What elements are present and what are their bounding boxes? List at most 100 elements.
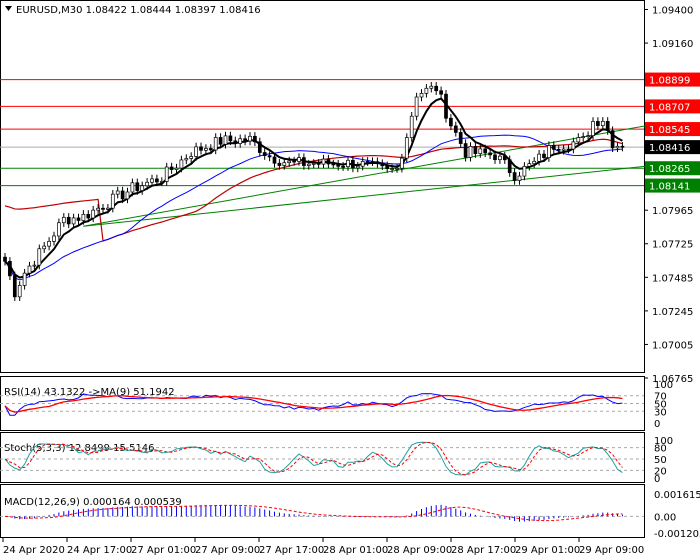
stoch-pane <box>0 432 645 483</box>
candle-body <box>238 138 243 144</box>
candle-body <box>620 145 625 148</box>
price-level-label: 1.08141 <box>649 182 690 193</box>
candle-body <box>444 93 448 119</box>
rsi-level-label: 100 <box>654 380 673 391</box>
candle-body <box>223 135 228 145</box>
candle-body <box>262 152 267 156</box>
price-level-label: 1.08899 <box>649 76 690 87</box>
x-tick-label: 28 Apr 01:00 <box>323 545 388 556</box>
candle-body <box>527 163 532 167</box>
candle-body <box>498 155 502 161</box>
candle-body <box>145 181 149 187</box>
candle-body <box>101 207 105 210</box>
candle-body <box>47 241 51 247</box>
candle-body <box>302 157 306 166</box>
candle-body <box>429 85 434 89</box>
candle-body <box>414 96 419 117</box>
candle-body <box>473 146 478 154</box>
candle-body <box>130 182 135 193</box>
rsi-level-label: 30 <box>654 407 667 418</box>
candle-body <box>253 135 257 143</box>
candle-body <box>537 153 541 162</box>
candle-body <box>184 158 189 161</box>
x-tick-label: 24 Apr 2020 <box>3 545 65 556</box>
collapse-triangle-icon <box>5 6 12 11</box>
candle-body <box>81 213 86 221</box>
y-tick-label: 1.07005 <box>652 340 693 351</box>
price-level-label: 1.08265 <box>649 164 690 175</box>
candle-body <box>331 163 336 166</box>
x-tick-label: 27 Apr 17:00 <box>259 545 324 556</box>
candle-body <box>596 121 600 126</box>
candle-body <box>257 141 262 153</box>
candle-body <box>547 145 551 158</box>
x-tick-label: 27 Apr 09:00 <box>195 545 260 556</box>
candle-body <box>57 222 61 237</box>
candle-body <box>243 138 247 142</box>
y-tick-label: 1.09400 <box>652 6 693 17</box>
candle-body <box>336 163 341 167</box>
chart-canvas[interactable]: EURUSD,M30 1.08422 1.08444 1.08397 1.084… <box>0 0 700 560</box>
candle-body <box>189 156 194 159</box>
x-tick-label: 29 Apr 01:00 <box>515 545 580 556</box>
candle-body <box>155 178 159 183</box>
candle-body <box>341 165 345 168</box>
candle-body <box>159 181 164 183</box>
candle-body <box>365 161 370 163</box>
candle-body <box>326 158 331 165</box>
candle-body <box>424 87 429 94</box>
trading-chart[interactable]: EURUSD,M30 1.08422 1.08444 1.08397 1.084… <box>0 0 700 560</box>
candle-body <box>208 148 213 151</box>
candle-body <box>106 207 110 210</box>
candle-body <box>233 140 238 144</box>
y-tick-label: 1.07965 <box>652 206 693 217</box>
candle-body <box>375 161 380 164</box>
candle-body <box>287 160 292 164</box>
y-tick-label: 1.07485 <box>652 273 693 284</box>
candle-body <box>493 154 497 161</box>
candle-body <box>37 248 42 266</box>
candle-body <box>507 159 512 173</box>
candle-body <box>517 175 522 181</box>
candle-body <box>483 148 488 154</box>
candle-body <box>370 161 375 163</box>
candle-body <box>453 125 458 133</box>
candle-body <box>591 121 595 136</box>
main-pane <box>0 0 645 373</box>
candle-body <box>179 159 184 169</box>
candle-body <box>316 163 321 165</box>
candle-body <box>576 137 581 143</box>
price-level-label: 1.08545 <box>649 125 690 136</box>
candle-body <box>66 216 71 225</box>
candle-body <box>27 265 32 274</box>
candle-body <box>86 213 91 219</box>
candle-body <box>164 166 169 182</box>
candle-body <box>561 148 566 151</box>
candle-body <box>390 168 394 170</box>
y-tick-label: 1.09160 <box>652 39 693 50</box>
rsi-level-label: 0 <box>654 419 660 430</box>
candle-body <box>566 148 571 151</box>
candle-body <box>194 146 198 157</box>
candle-body <box>169 166 174 170</box>
candle-body <box>571 141 576 150</box>
candle-body <box>311 163 316 165</box>
moving-average-black <box>4 97 623 279</box>
candle-body <box>272 156 277 164</box>
candle-body <box>346 159 350 167</box>
candle-body <box>292 160 296 163</box>
x-tick-label: 28 Apr 17:00 <box>451 545 516 556</box>
stoch-level-label: 80 <box>654 444 667 455</box>
candle-body <box>3 256 7 262</box>
candle-body <box>71 217 76 225</box>
candle-body <box>400 157 404 169</box>
candle-body <box>532 160 537 164</box>
candle-body <box>42 245 47 250</box>
candle-body <box>22 272 27 286</box>
candle-body <box>404 137 409 159</box>
candle-body <box>61 216 66 224</box>
candle-body <box>110 193 115 209</box>
candle-body <box>542 153 546 158</box>
candle-body <box>150 178 154 183</box>
macd-level-label: -0.001203 <box>654 529 700 540</box>
